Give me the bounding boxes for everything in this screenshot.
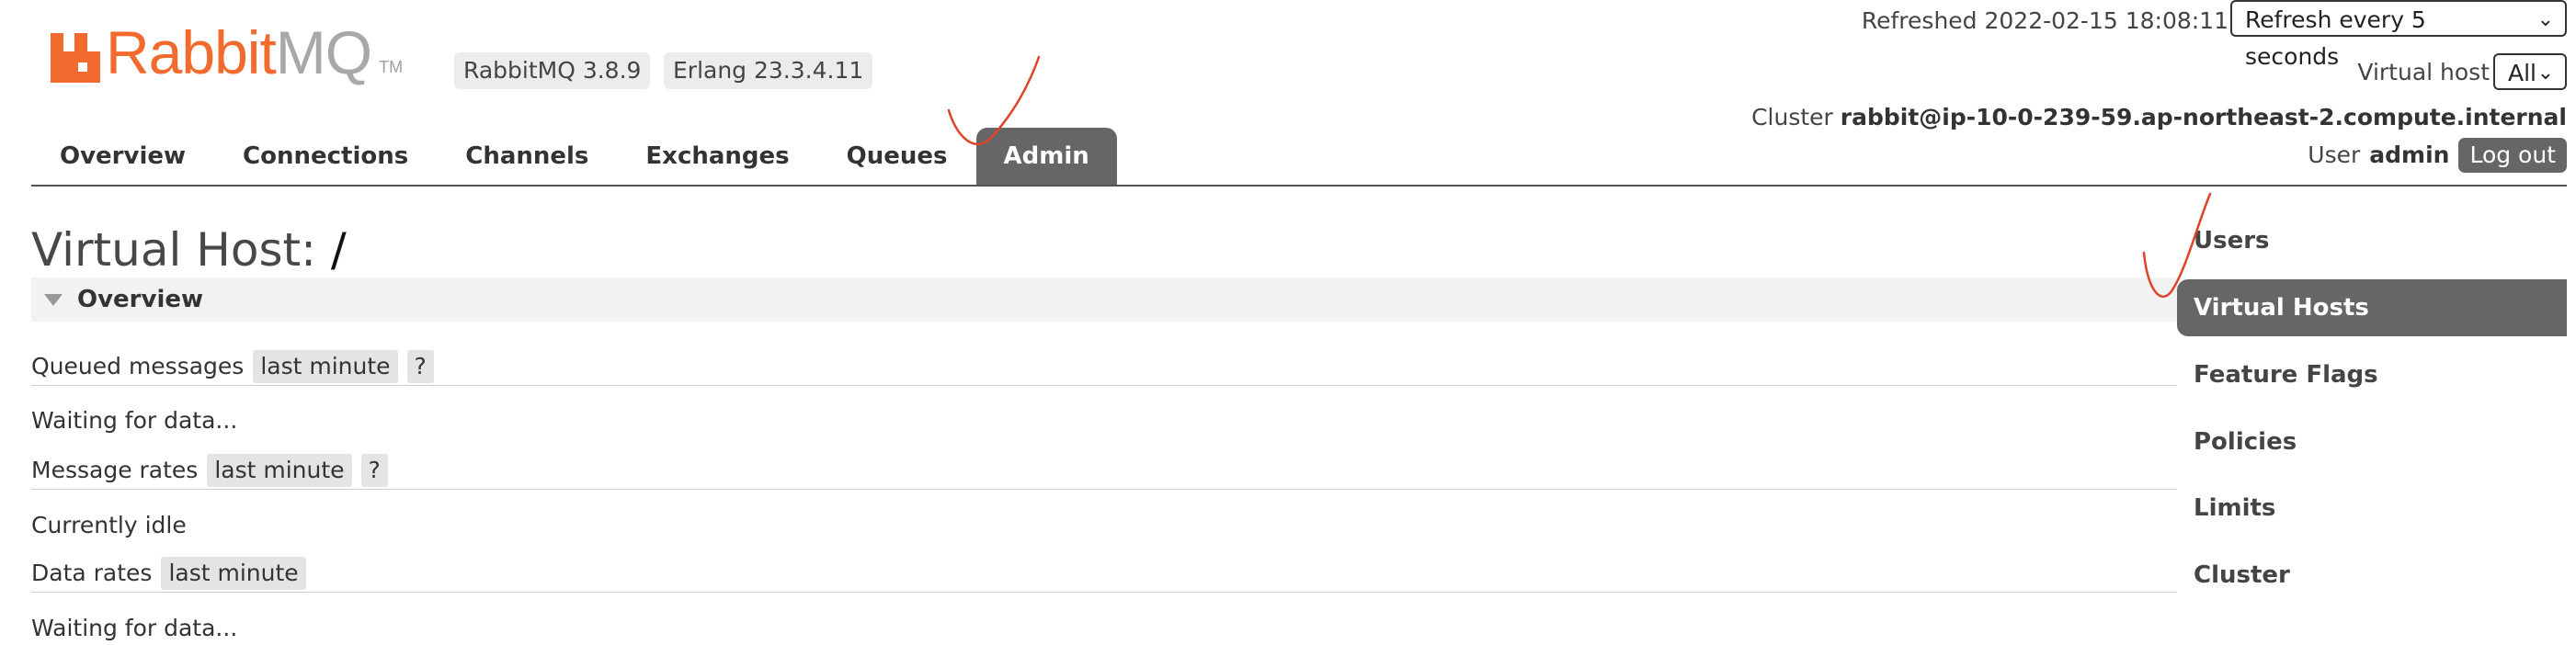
cluster-info: Cluster rabbit@ip-10-0-239-59.ap-northea… xyxy=(1751,101,2567,134)
user-info: User admin Log out xyxy=(2308,138,2567,173)
message-rates-label: Message rates xyxy=(31,457,199,483)
sidebar-item-virtual-hosts[interactable]: Virtual Hosts xyxy=(2177,279,2567,336)
sidebar-item-feature-flags[interactable]: Feature Flags xyxy=(2194,358,2378,391)
data-rates-label: Data rates xyxy=(31,560,153,586)
queued-messages-range-button[interactable]: last minute xyxy=(253,350,398,383)
refreshed-timestamp: Refreshed 2022-02-15 18:08:11 xyxy=(1861,7,2228,34)
divider xyxy=(31,489,2177,490)
nav-divider xyxy=(31,185,2567,187)
virtual-host-value: All xyxy=(2508,60,2536,86)
sidebar-item-cluster[interactable]: Cluster xyxy=(2194,559,2290,592)
overview-section-label: Overview xyxy=(77,286,204,313)
message-rates-row: Message rates last minute ? xyxy=(31,453,388,488)
data-rates-range-button[interactable]: last minute xyxy=(161,557,306,590)
overview-section-header[interactable]: Overview xyxy=(31,277,2177,322)
page-title-prefix: Virtual Host: xyxy=(31,223,316,277)
user-name: admin xyxy=(2369,141,2450,168)
logout-button[interactable]: Log out xyxy=(2458,138,2567,173)
queued-messages-row: Queued messages last minute ? xyxy=(31,349,434,384)
virtual-host-label: Virtual host xyxy=(2357,59,2490,85)
tab-overview[interactable]: Overview xyxy=(31,128,214,185)
virtual-host-select[interactable]: All ⌄ xyxy=(2493,53,2567,90)
sidebar-item-limits[interactable]: Limits xyxy=(2194,492,2275,525)
data-rates-status: Waiting for data... xyxy=(31,615,238,641)
sidebar-item-label: Virtual Hosts xyxy=(2194,294,2369,322)
user-label: User xyxy=(2308,141,2361,168)
rabbitmq-logo-icon xyxy=(51,33,100,83)
rabbitmq-logo[interactable]: RabbitMQ TM xyxy=(51,18,403,83)
page-title-value: / xyxy=(330,223,347,277)
tab-exchanges[interactable]: Exchanges xyxy=(617,128,817,185)
queued-messages-help-button[interactable]: ? xyxy=(406,350,434,383)
chevron-down-icon: ⌄ xyxy=(2536,62,2554,85)
data-rates-row: Data rates last minute xyxy=(31,556,306,591)
message-rates-help-button[interactable]: ? xyxy=(360,454,388,487)
tab-connections[interactable]: Connections xyxy=(214,128,437,185)
rabbitmq-version-badge: RabbitMQ 3.8.9 xyxy=(454,52,651,89)
refresh-interval-select[interactable]: Refresh every 5 seconds ⌄ xyxy=(2230,0,2567,70)
message-rates-status: Currently idle xyxy=(31,512,187,538)
chevron-down-icon: ⌄ xyxy=(2536,8,2554,31)
checkmark-annotation-icon xyxy=(947,55,1041,145)
sidebar-item-policies[interactable]: Policies xyxy=(2194,425,2297,458)
checkmark-annotation-icon xyxy=(2142,192,2212,298)
tab-channels[interactable]: Channels xyxy=(437,128,617,185)
cluster-label: Cluster xyxy=(1751,104,1833,130)
divider xyxy=(31,592,2177,593)
logo-trademark: TM xyxy=(379,58,404,76)
page-title: Virtual Host: / xyxy=(31,224,347,276)
queued-messages-label: Queued messages xyxy=(31,353,245,379)
cluster-name: rabbit@ip-10-0-239-59.ap-northeast-2.com… xyxy=(1840,104,2567,130)
logo-text: RabbitMQ xyxy=(106,18,372,86)
collapse-triangle-icon xyxy=(44,294,63,306)
message-rates-range-button[interactable]: last minute xyxy=(207,454,352,487)
divider xyxy=(31,385,2177,386)
erlang-version-badge: Erlang 23.3.4.11 xyxy=(664,52,873,89)
queued-messages-status: Waiting for data... xyxy=(31,407,238,434)
